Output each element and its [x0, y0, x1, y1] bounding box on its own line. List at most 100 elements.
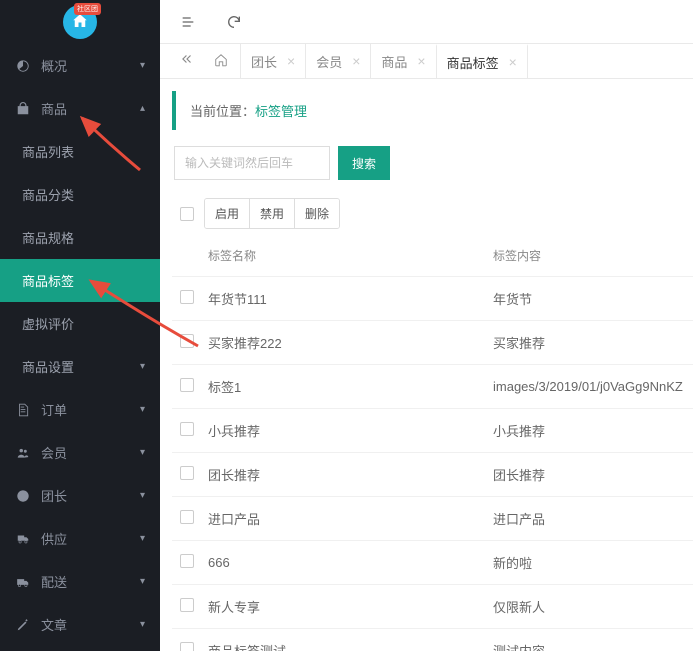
pen-icon	[15, 617, 31, 633]
menu-toggle-icon[interactable]	[180, 14, 196, 30]
row-checkbox[interactable]	[180, 422, 194, 436]
delivery-icon	[15, 574, 31, 590]
cell-name: 进口产品	[208, 509, 493, 528]
sidebar-subitem-1-3[interactable]: 商品标签	[0, 259, 160, 302]
cell-content: 仅限新人	[493, 597, 693, 616]
cell-content: 团长推荐	[493, 465, 693, 484]
table-row: 商品标签测试测试内容	[172, 628, 693, 651]
globe-icon	[15, 488, 31, 504]
chevron-icon: ▾	[140, 576, 145, 587]
disable-button[interactable]: 禁用	[249, 199, 294, 228]
sidebar-item-label: 会员	[41, 443, 140, 462]
cell-content: 买家推荐	[493, 333, 693, 352]
content: 当前位置：标签管理 搜索 启用 禁用 删除 标签名称 标签内容 年货节111年货…	[160, 79, 693, 651]
row-checkbox[interactable]	[180, 290, 194, 304]
chevron-icon: ▾	[140, 533, 145, 544]
tab-3[interactable]: 商品标签 ×	[436, 44, 528, 79]
sidebar-item-label: 配送	[41, 572, 140, 591]
chevron-icon: ▴	[140, 103, 145, 114]
chevron-icon: ▾	[140, 619, 145, 630]
sidebar-item-4[interactable]: 团长▾	[0, 474, 160, 517]
row-checkbox[interactable]	[180, 598, 194, 612]
users-icon	[15, 445, 31, 461]
search-input[interactable]	[174, 146, 330, 180]
cell-content: images/3/2019/01/j0VaGg9NnKZ	[493, 379, 693, 394]
cell-name: 团长推荐	[208, 465, 493, 484]
row-checkbox[interactable]	[180, 642, 194, 651]
main-area: 团长 × 会员 × 商品 × 商品标签 × 当前位置：标签管理 搜索 启用 禁用 删除 标签名…	[160, 0, 693, 651]
table-row: 年货节111年货节	[172, 276, 693, 320]
sidebar-item-label: 供应	[41, 529, 140, 548]
sidebar-item-label: 概况	[41, 56, 140, 75]
tab-label: 团长	[251, 52, 277, 71]
cell-name: 商品标签测试	[208, 641, 493, 651]
sidebar-item-1[interactable]: 商品▴	[0, 87, 160, 130]
table-row: 666新的啦	[172, 540, 693, 584]
row-checkbox[interactable]	[180, 334, 194, 348]
cell-name: 新人专享	[208, 597, 493, 616]
cell-content: 新的啦	[493, 553, 693, 572]
sidebar-item-5[interactable]: 供应▾	[0, 517, 160, 560]
logo-badge: 社区团	[74, 3, 101, 15]
tab-1[interactable]: 会员 ×	[305, 44, 370, 79]
close-icon[interactable]: ×	[287, 53, 295, 69]
sidebar-item-label: 订单	[41, 400, 140, 419]
cell-name: 标签1	[208, 377, 493, 396]
tab-home[interactable]	[202, 53, 240, 70]
tab-label: 会员	[316, 52, 342, 71]
toolbar: 启用 禁用 删除	[172, 194, 693, 239]
enable-button[interactable]: 启用	[205, 199, 249, 228]
sidebar-subitem-1-0[interactable]: 商品列表	[0, 130, 160, 173]
bulk-action-group: 启用 禁用 删除	[204, 198, 340, 229]
delete-button[interactable]: 删除	[294, 199, 339, 228]
col-header-name: 标签名称	[208, 247, 493, 264]
cell-content: 测试内容	[493, 641, 693, 651]
sidebar-subitem-label: 商品设置	[22, 357, 140, 376]
sidebar-item-6[interactable]: 配送▾	[0, 560, 160, 603]
row-checkbox[interactable]	[180, 554, 194, 568]
sidebar-item-0[interactable]: 概况▾	[0, 44, 160, 87]
gauge-icon	[15, 58, 31, 74]
sidebar-item-2[interactable]: 订单▾	[0, 388, 160, 431]
chevron-icon: ▾	[140, 60, 145, 71]
sidebar-item-7[interactable]: 文章▾	[0, 603, 160, 646]
tab-0[interactable]: 团长 ×	[240, 44, 305, 79]
breadcrumb-link[interactable]: 标签管理	[255, 104, 307, 119]
sidebar-item-label: 文章	[41, 615, 140, 634]
select-all-checkbox[interactable]	[180, 207, 194, 221]
sidebar-subitem-label: 商品列表	[22, 142, 145, 161]
doc-icon	[15, 402, 31, 418]
refresh-icon[interactable]	[226, 14, 242, 30]
close-icon[interactable]: ×	[417, 53, 425, 69]
search-row: 搜索	[172, 146, 693, 194]
row-checkbox[interactable]	[180, 378, 194, 392]
row-checkbox[interactable]	[180, 510, 194, 524]
sidebar-subitem-1-5[interactable]: 商品设置▾	[0, 345, 160, 388]
sidebar-item-label: 团长	[41, 486, 140, 505]
close-icon[interactable]: ×	[352, 53, 360, 69]
chevron-icon: ▾	[140, 361, 145, 372]
table-header: 标签名称 标签内容	[172, 239, 693, 276]
tab-label: 商品	[381, 52, 407, 71]
cell-name: 666	[208, 555, 493, 570]
sidebar-subitem-1-1[interactable]: 商品分类	[0, 173, 160, 216]
tabs-bar: 团长 × 会员 × 商品 × 商品标签 ×	[160, 44, 693, 79]
logo[interactable]: 社区团	[0, 0, 160, 44]
sidebar-item-3[interactable]: 会员▾	[0, 431, 160, 474]
cell-name: 小兵推荐	[208, 421, 493, 440]
col-header-content: 标签内容	[493, 247, 693, 264]
close-icon[interactable]: ×	[509, 54, 517, 70]
cell-name: 买家推荐222	[208, 333, 493, 352]
sidebar-subitem-label: 商品标签	[22, 271, 145, 290]
bag-icon	[15, 101, 31, 117]
sidebar-subitem-label: 虚拟评价	[22, 314, 145, 333]
search-button[interactable]: 搜索	[338, 146, 390, 180]
sidebar-subitem-1-4[interactable]: 虚拟评价	[0, 302, 160, 345]
sidebar-subitem-1-2[interactable]: 商品规格	[0, 216, 160, 259]
row-checkbox[interactable]	[180, 466, 194, 480]
tabs-scroll-left-icon[interactable]	[172, 52, 202, 71]
tab-2[interactable]: 商品 ×	[370, 44, 435, 79]
table-row: 买家推荐222买家推荐	[172, 320, 693, 364]
tab-label: 商品标签	[447, 53, 499, 72]
sidebar: 社区团 概况▾商品▴商品列表商品分类商品规格商品标签虚拟评价商品设置▾订单▾会员…	[0, 0, 160, 651]
